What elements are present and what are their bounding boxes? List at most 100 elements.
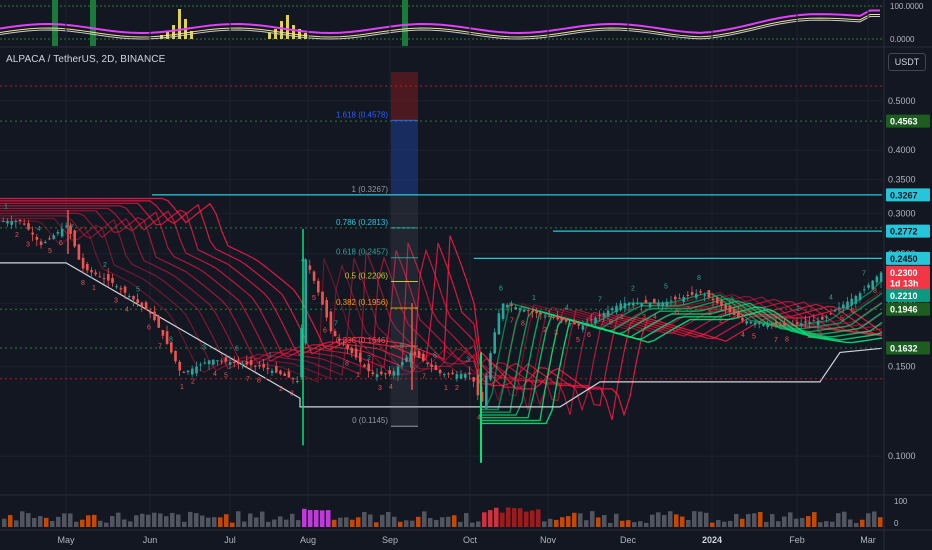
volume-bar bbox=[488, 510, 493, 527]
candle-body bbox=[329, 311, 333, 332]
candle-body bbox=[569, 323, 572, 325]
candle-body bbox=[585, 322, 589, 325]
volume-bar bbox=[158, 513, 163, 527]
candle-body bbox=[510, 304, 513, 306]
volume-bar bbox=[584, 520, 589, 527]
price-badge-text: 0.2772 bbox=[890, 227, 918, 237]
volume-bar bbox=[80, 519, 85, 527]
osc-signal-bar bbox=[402, 0, 408, 46]
sequence-marker: 6 bbox=[323, 327, 327, 334]
volume-bar bbox=[260, 511, 265, 527]
volume-bar bbox=[128, 521, 133, 527]
volume-bar bbox=[446, 516, 451, 527]
candle-body bbox=[514, 307, 517, 310]
candle-body bbox=[774, 321, 778, 326]
candle-body bbox=[854, 295, 858, 304]
volume-bar bbox=[230, 522, 235, 527]
y-tick-label: 0.1500 bbox=[888, 362, 916, 372]
candle-body bbox=[455, 374, 459, 379]
candle-body bbox=[86, 264, 89, 271]
sequence-marker: 2 bbox=[367, 355, 371, 362]
candle-body bbox=[233, 361, 236, 363]
sequence-marker: 1 bbox=[444, 385, 448, 392]
volume-bar bbox=[452, 515, 457, 527]
volume-bar bbox=[812, 512, 817, 527]
volume-bar bbox=[302, 508, 307, 527]
sequence-marker: 4 bbox=[477, 414, 481, 421]
sequence-marker: 6 bbox=[499, 286, 503, 293]
candle-body bbox=[392, 371, 396, 376]
candle-body bbox=[842, 304, 845, 309]
volume-bar bbox=[248, 513, 253, 527]
candle-body bbox=[598, 314, 601, 316]
volume-bar bbox=[218, 517, 223, 527]
volume-bar bbox=[680, 516, 685, 527]
oscillator-pane bbox=[0, 0, 882, 46]
volume-bar bbox=[650, 514, 655, 527]
symbol-label: ALPACA / TetherUS, 2D, BINANCE bbox=[6, 54, 166, 65]
fib-level-label: 0.5 (0.2206) bbox=[345, 272, 388, 281]
candle-body bbox=[875, 276, 879, 283]
candle-body bbox=[590, 319, 593, 321]
fib-level-label: 1 (0.3267) bbox=[352, 185, 389, 194]
volume-bar bbox=[842, 511, 847, 527]
volume-bar bbox=[764, 521, 769, 527]
candle-body bbox=[816, 320, 820, 326]
volume-bar bbox=[164, 516, 169, 527]
candle-body bbox=[65, 225, 68, 227]
volume-bar bbox=[62, 513, 67, 527]
candle-body bbox=[619, 303, 622, 310]
candle-body bbox=[615, 305, 618, 313]
candle-body bbox=[178, 361, 181, 371]
volume-bar bbox=[746, 514, 751, 527]
candle-body bbox=[77, 244, 81, 260]
candle-body bbox=[846, 301, 849, 309]
sequence-marker: 2 bbox=[719, 318, 723, 325]
volume-bar bbox=[356, 517, 361, 527]
sequence-marker: 7 bbox=[510, 318, 514, 325]
volume-bar bbox=[74, 521, 79, 527]
osc-tick-label: 100.0000 bbox=[890, 2, 924, 11]
candle-body bbox=[644, 299, 648, 304]
currency-button[interactable]: USDT bbox=[888, 53, 926, 71]
volume-bar bbox=[194, 513, 199, 527]
volume-bar bbox=[410, 520, 415, 527]
volume-bar bbox=[494, 507, 499, 527]
trading-chart[interactable]: 1.618 (0.4578) 1 (0.3267) 0.786 (0.2813) 0.… bbox=[0, 0, 932, 550]
sequence-marker: 3 bbox=[642, 314, 646, 321]
candle-body bbox=[535, 310, 538, 314]
candle-body bbox=[266, 367, 270, 370]
volume-bar bbox=[860, 519, 865, 527]
sequence-marker: 8 bbox=[697, 275, 701, 282]
candle-body bbox=[14, 221, 18, 223]
candle-body bbox=[325, 300, 328, 318]
candle-body bbox=[216, 360, 219, 362]
candle-body bbox=[363, 364, 366, 367]
candle-body bbox=[287, 371, 291, 378]
candle-body bbox=[434, 365, 438, 371]
volume-bar bbox=[422, 511, 427, 527]
candle-body bbox=[317, 280, 320, 293]
volume-bar bbox=[344, 517, 349, 527]
candle-body bbox=[766, 324, 769, 328]
candle-body bbox=[438, 369, 442, 374]
volume-bar bbox=[398, 521, 403, 527]
time-axis[interactable]: May Jun Jul Aug Sep Oct Nov Dec 2024 Feb Mar bbox=[57, 535, 875, 545]
sequence-marker: 5 bbox=[488, 360, 492, 367]
volume-bar bbox=[644, 522, 649, 527]
volume-bar bbox=[692, 511, 697, 527]
volume-bar bbox=[320, 510, 325, 527]
candle-body bbox=[573, 320, 576, 325]
x-tick-label: Oct bbox=[463, 535, 478, 545]
candle-body bbox=[707, 290, 711, 298]
osc-signal-bar bbox=[90, 0, 96, 46]
sequence-marker: 4 bbox=[37, 226, 41, 233]
y-tick-label: 0.3000 bbox=[888, 209, 916, 219]
price-badge-text: 0.3267 bbox=[890, 190, 918, 200]
candle-body bbox=[732, 309, 736, 316]
volume-bar bbox=[392, 516, 397, 527]
price-axis[interactable]: 0.50000.40000.35000.30000.25000.20000.15… bbox=[888, 2, 924, 528]
candle-body bbox=[380, 371, 383, 375]
candle-body bbox=[602, 312, 606, 317]
candle-body bbox=[144, 302, 148, 310]
